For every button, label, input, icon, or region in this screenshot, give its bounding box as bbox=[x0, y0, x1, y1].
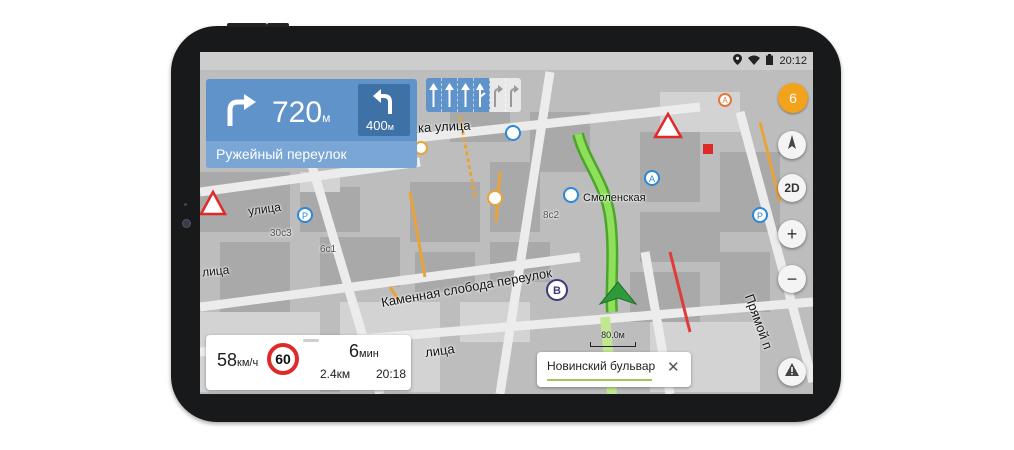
maneuver-distance: 720м bbox=[272, 96, 331, 129]
svg-text:P: P bbox=[757, 211, 763, 221]
lane-right-icon bbox=[506, 78, 521, 112]
front-camera bbox=[182, 219, 191, 228]
map-street-label: лица bbox=[201, 262, 230, 280]
maneuver-street: Ружейный переулок bbox=[206, 141, 417, 168]
lane-straight-icon bbox=[442, 78, 458, 112]
report-event-button[interactable] bbox=[778, 358, 806, 386]
status-time: 20:12 bbox=[779, 55, 807, 67]
map-street-label: ка улица bbox=[417, 117, 471, 136]
destination-card[interactable]: Новинский бульвар ✕ bbox=[537, 352, 691, 387]
svg-text:P: P bbox=[302, 211, 308, 221]
compass-button[interactable] bbox=[778, 131, 806, 159]
svg-text:A: A bbox=[722, 96, 728, 105]
turn-right-arrow-icon bbox=[224, 92, 258, 133]
panel-drag-handle[interactable] bbox=[303, 339, 319, 342]
route-progress bbox=[547, 379, 652, 381]
trip-info-panel[interactable]: 58км/ч 60 6мин 2.4км 20:18 bbox=[206, 335, 411, 390]
remaining-time: 6мин bbox=[349, 341, 379, 361]
status-bar: 20:12 bbox=[200, 52, 813, 70]
building-number: 8с2 bbox=[543, 210, 560, 221]
arrival-time: 20:18 bbox=[376, 367, 407, 381]
turn-left-arrow-icon bbox=[372, 88, 398, 121]
speed-limit-sign: 60 bbox=[267, 343, 299, 375]
building-number: 6с1 bbox=[320, 244, 337, 255]
compass-icon bbox=[787, 134, 797, 156]
zoom-out-button[interactable]: − bbox=[778, 265, 806, 293]
lane-straight-right-icon bbox=[474, 78, 490, 112]
destination-name: Новинский бульвар bbox=[547, 359, 656, 373]
power-button bbox=[227, 23, 267, 27]
notification-badge[interactable]: 6 bbox=[778, 83, 808, 113]
svg-text:B: B bbox=[553, 285, 561, 297]
lane-guidance bbox=[426, 78, 521, 112]
maneuver-panel[interactable]: 720м 400м Ружейный переулок bbox=[206, 79, 417, 168]
battery-icon bbox=[766, 54, 774, 68]
warning-icon bbox=[785, 363, 799, 381]
lane-straight-icon bbox=[458, 78, 474, 112]
zoom-in-button[interactable]: + bbox=[778, 220, 806, 248]
location-icon bbox=[733, 54, 743, 68]
scale-bar-label: 80.0м bbox=[601, 330, 625, 340]
lane-straight-icon bbox=[426, 78, 442, 112]
next-maneuver-distance: 400м bbox=[366, 118, 394, 133]
volume-button bbox=[267, 23, 289, 27]
next-maneuver: 400м bbox=[358, 84, 410, 136]
wifi-icon bbox=[748, 55, 761, 68]
poi-label: Смоленская bbox=[583, 192, 646, 204]
current-speed: 58км/ч bbox=[217, 350, 259, 370]
scale-bar: 80.0м bbox=[590, 330, 636, 347]
lane-right-icon bbox=[490, 78, 506, 112]
sensor bbox=[184, 203, 187, 206]
svg-text:A: A bbox=[649, 174, 655, 184]
close-icon[interactable]: ✕ bbox=[667, 358, 680, 376]
navigation-screen[interactable]: P A A P B 20:12 720м 400м Ружейный переу… bbox=[200, 52, 813, 394]
building-number: 30с3 bbox=[270, 228, 292, 239]
remaining-distance: 2.4км bbox=[320, 367, 351, 381]
view-mode-button[interactable]: 2D bbox=[778, 174, 806, 202]
